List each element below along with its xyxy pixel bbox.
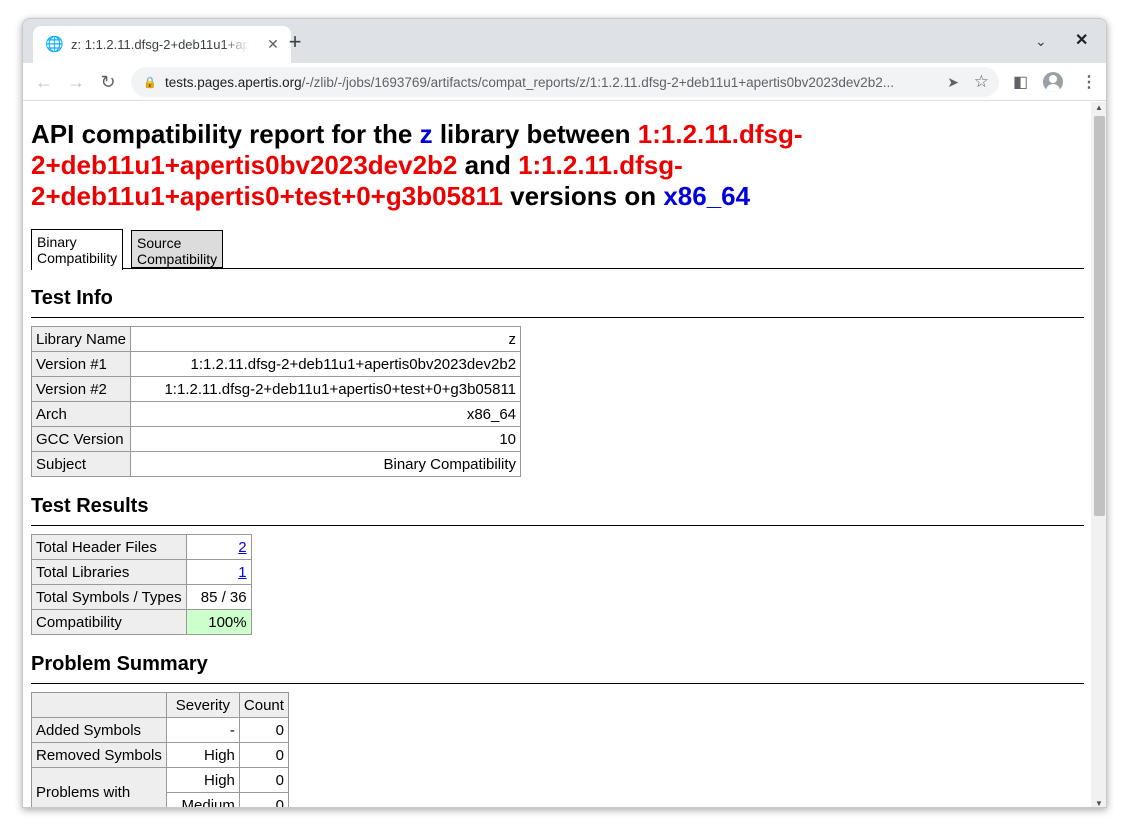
address-bar[interactable]: 🔒 tests.pages.apertis.org/-/zlib/-/jobs/… — [131, 67, 999, 97]
report-tabs: Binary Compatibility Source Compatibilit… — [31, 229, 1084, 270]
tab-source-compatibility[interactable]: Source Compatibility — [131, 230, 223, 268]
reload-icon[interactable]: ↻ — [97, 71, 119, 93]
table-row: Total Symbols / Types 85 / 36 — [31, 584, 252, 610]
back-arrow-icon[interactable]: ← — [33, 71, 55, 93]
page-viewport: API compatibility report for the z libra… — [23, 102, 1091, 807]
tab-strip: 🌐 z: 1:1.2.11.dfsg-2+deb11u1+apertis0bv2… — [23, 19, 1106, 63]
problem-summary-heading: Problem Summary — [31, 653, 1084, 684]
arch-name: x86_64 — [663, 181, 751, 211]
libraries-link[interactable]: 1 — [238, 564, 246, 581]
forward-arrow-icon[interactable]: → — [65, 71, 87, 93]
problem-summary-table: Severity Count Added Symbols - 0 Removed… — [31, 692, 289, 807]
send-icon[interactable]: ➤ — [947, 74, 959, 91]
page-title: API compatibility report for the z libra… — [31, 119, 803, 211]
window-close-icon[interactable]: ✕ — [1075, 30, 1088, 50]
test-info-table: Library Name z Version #1 1:1.2.11.dfsg-2+… — [30, 326, 522, 477]
lock-icon[interactable]: 🔒 — [143, 76, 157, 89]
table-row: Version #2 1:1.2.11.dfsg-2+deb11u1+aperti… — [30, 376, 522, 402]
scrollbar-thumb[interactable] — [1094, 116, 1105, 516]
browser-tab[interactable]: 🌐 z: 1:1.2.11.dfsg-2+deb11u1+apertis0bv2… — [33, 26, 291, 63]
tab-title: z: 1:1.2.11.dfsg-2+deb11u1+apertis0bv202… — [71, 37, 249, 52]
tab-binary-compatibility[interactable]: Binary Compatibility — [31, 229, 123, 270]
table-row: GCC Version 10 — [30, 426, 522, 452]
url-text[interactable]: tests.pages.apertis.org/-/zlib/-/jobs/16… — [165, 75, 935, 90]
test-results-heading: Test Results — [31, 495, 1084, 526]
bookmark-star-icon[interactable]: ☆ — [974, 72, 989, 92]
side-panel-icon[interactable]: ◧ — [1013, 72, 1028, 92]
table-row: Version #1 1:1.2.11.dfsg-2+deb11u1+aperti… — [30, 351, 522, 377]
table-row: Compatibility 100% — [31, 609, 252, 635]
close-tab-icon[interactable]: ✕ — [263, 36, 283, 53]
report-content: API compatibility report for the z libra… — [30, 102, 1084, 807]
profile-avatar-icon[interactable] — [1043, 72, 1063, 92]
browser-window: 🌐 z: 1:1.2.11.dfsg-2+deb11u1+apertis0bv2… — [22, 18, 1107, 808]
table-row: Removed Symbols High 0 — [31, 742, 289, 768]
globe-icon: 🌐 — [45, 35, 64, 53]
library-name: z — [419, 119, 433, 149]
new-tab-button[interactable]: + — [283, 31, 307, 55]
scroll-down-icon[interactable]: ▼ — [1095, 799, 1103, 807]
chevron-down-icon[interactable]: ⌄ — [1035, 33, 1047, 50]
table-row: Total Header Files 2 — [31, 534, 252, 560]
header-files-link[interactable]: 2 — [238, 539, 246, 556]
browser-toolbar: ← → ↻ 🔒 tests.pages.apertis.org/-/zlib/-… — [23, 63, 1106, 101]
table-row: Total Libraries 1 — [31, 559, 252, 585]
compatibility-value: 100% — [185, 609, 252, 635]
table-row: Subject Binary Compatibility — [30, 451, 522, 477]
test-results-table: Total Header Files 2 Total Libraries 1 Tot… — [31, 534, 252, 635]
table-row: Arch x86_64 — [30, 401, 522, 427]
table-header-row: Severity Count — [31, 692, 289, 718]
table-row: Added Symbols - 0 — [31, 717, 289, 743]
scroll-up-icon[interactable]: ▲ — [1095, 103, 1103, 112]
menu-kebab-icon[interactable]: ⋮ — [1081, 72, 1097, 92]
test-info-heading: Test Info — [31, 287, 1084, 318]
table-row: Library Name z — [30, 326, 522, 352]
table-row: Problems with High 0 — [31, 767, 289, 807]
vertical-scrollbar[interactable]: ▲ ▼ — [1091, 102, 1106, 807]
